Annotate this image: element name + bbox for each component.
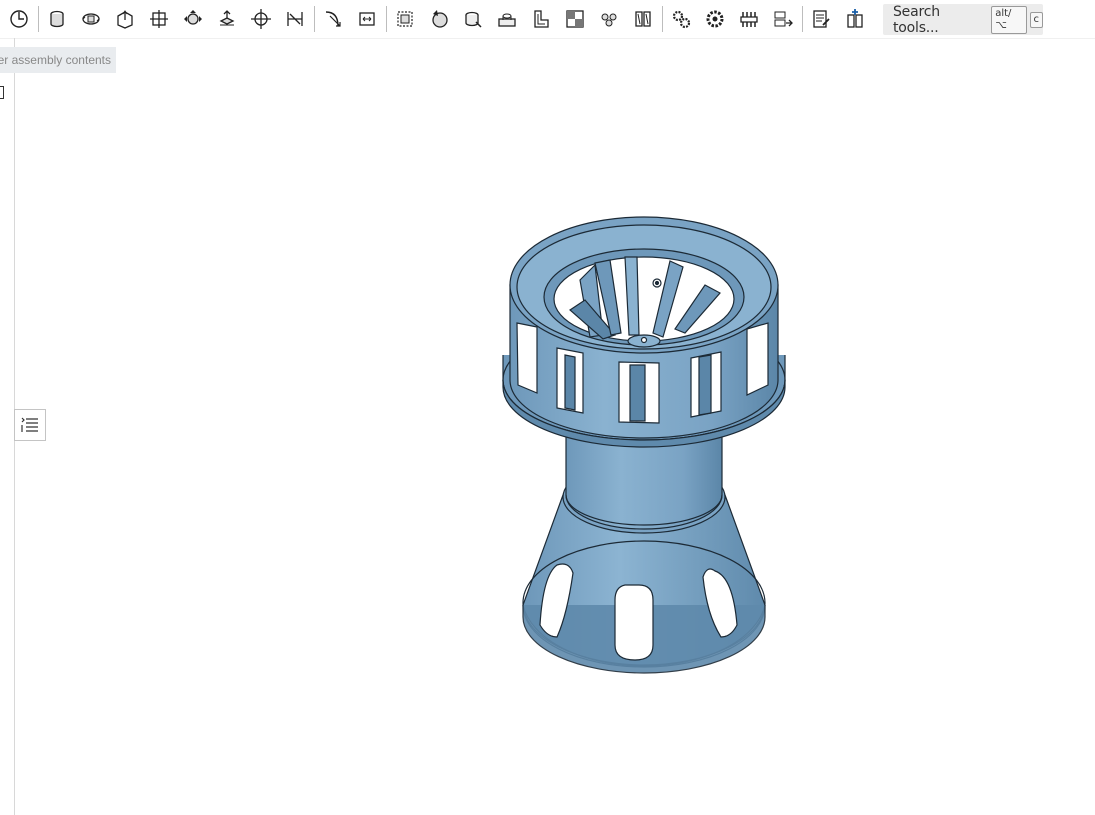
3d-model[interactable]	[485, 205, 805, 685]
rib-icon[interactable]	[459, 5, 487, 33]
toolbar-separator	[802, 6, 803, 32]
transform-icon[interactable]	[247, 5, 275, 33]
revolve-icon[interactable]	[77, 5, 105, 33]
rack-icon[interactable]	[735, 5, 763, 33]
extrude-icon[interactable]	[43, 5, 71, 33]
hole-icon[interactable]	[493, 5, 521, 33]
configure-icon[interactable]	[841, 5, 869, 33]
drawing-icon[interactable]	[807, 5, 835, 33]
sweep-icon[interactable]	[111, 5, 139, 33]
toolbar-separator	[314, 6, 315, 32]
boolean-icon[interactable]	[527, 5, 555, 33]
enclose-icon[interactable]	[213, 5, 241, 33]
fillet-icon[interactable]	[319, 5, 347, 33]
spur-gear-icon[interactable]	[701, 5, 729, 33]
mirror-icon[interactable]	[281, 5, 309, 33]
gear-icon[interactable]	[667, 5, 695, 33]
toolbar-separator	[386, 6, 387, 32]
thicken-icon[interactable]	[179, 5, 207, 33]
chamfer-icon[interactable]	[353, 5, 381, 33]
toolbar-separator	[662, 6, 663, 32]
feature-toolbar: Search tools... alt/⌥ c	[0, 0, 1095, 39]
shell-icon[interactable]	[425, 5, 453, 33]
split-icon[interactable]	[561, 5, 589, 33]
shortcut-modifier-key: alt/⌥	[991, 5, 1027, 34]
sheet-metal-icon[interactable]	[629, 5, 657, 33]
loft-icon[interactable]	[145, 5, 173, 33]
shortcut-key: c	[1029, 11, 1043, 28]
pattern-icon[interactable]	[595, 5, 623, 33]
panel-collapse-marker[interactable]	[0, 86, 4, 99]
toolbar-separator	[38, 6, 39, 32]
replicate-icon[interactable]	[769, 5, 797, 33]
search-tools-label: Search tools...	[893, 3, 940, 36]
draft-icon[interactable]	[391, 5, 419, 33]
search-tools-input[interactable]: Search tools... alt/⌥ c	[883, 3, 1043, 36]
history-icon[interactable]	[5, 5, 33, 33]
